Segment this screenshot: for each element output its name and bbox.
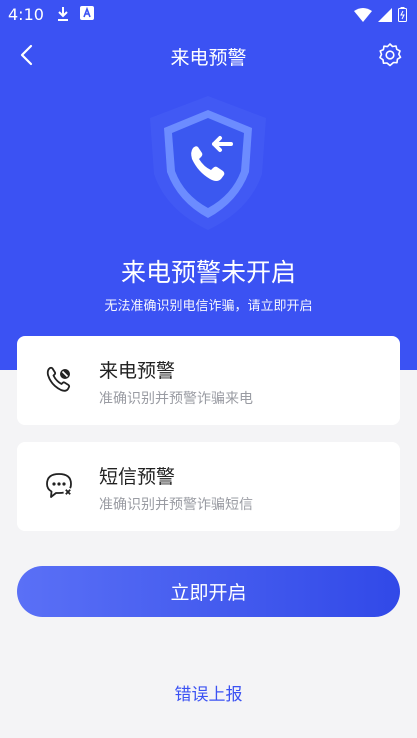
status-time: 4:10 [8, 5, 44, 24]
hero-title: 来电预警未开启 [120, 258, 296, 287]
page-title: 来电预警 [170, 47, 247, 69]
battery-icon [398, 7, 407, 22]
wifi-icon [354, 7, 372, 22]
settings-button[interactable] [375, 40, 405, 70]
shield-illustration [138, 92, 278, 232]
hero-subtitle: 无法准确识别电信诈骗，请立即开启 [104, 299, 313, 314]
phone-shield-icon [46, 366, 71, 392]
download-icon [58, 7, 68, 21]
card-description: 准确识别并预警诈骗短信 [99, 497, 253, 513]
card-title: 来电预警 [99, 360, 176, 382]
top-app-bar: 来电预警 [0, 34, 417, 78]
gear-icon [379, 43, 402, 67]
card-call-alert[interactable]: 来电预警 准确识别并预警诈骗来电 [17, 336, 400, 425]
card-title: 短信预警 [99, 466, 176, 488]
error-report-link[interactable]: 错误上报 [0, 680, 417, 705]
status-system-icons [354, 7, 407, 22]
status-bar: 4:10 [0, 0, 417, 30]
card-sms-alert[interactable]: 短信预警 准确识别并预警诈骗短信 [17, 442, 400, 531]
enable-button[interactable]: 立即开启 [17, 566, 400, 617]
app-notification-icon [80, 6, 94, 20]
shield-phone-icon [150, 96, 266, 230]
chat-bubble-icon [46, 473, 73, 498]
signal-icon [378, 7, 392, 22]
status-notification-icons [56, 6, 94, 22]
card-description: 准确识别并预警诈骗来电 [99, 391, 253, 407]
